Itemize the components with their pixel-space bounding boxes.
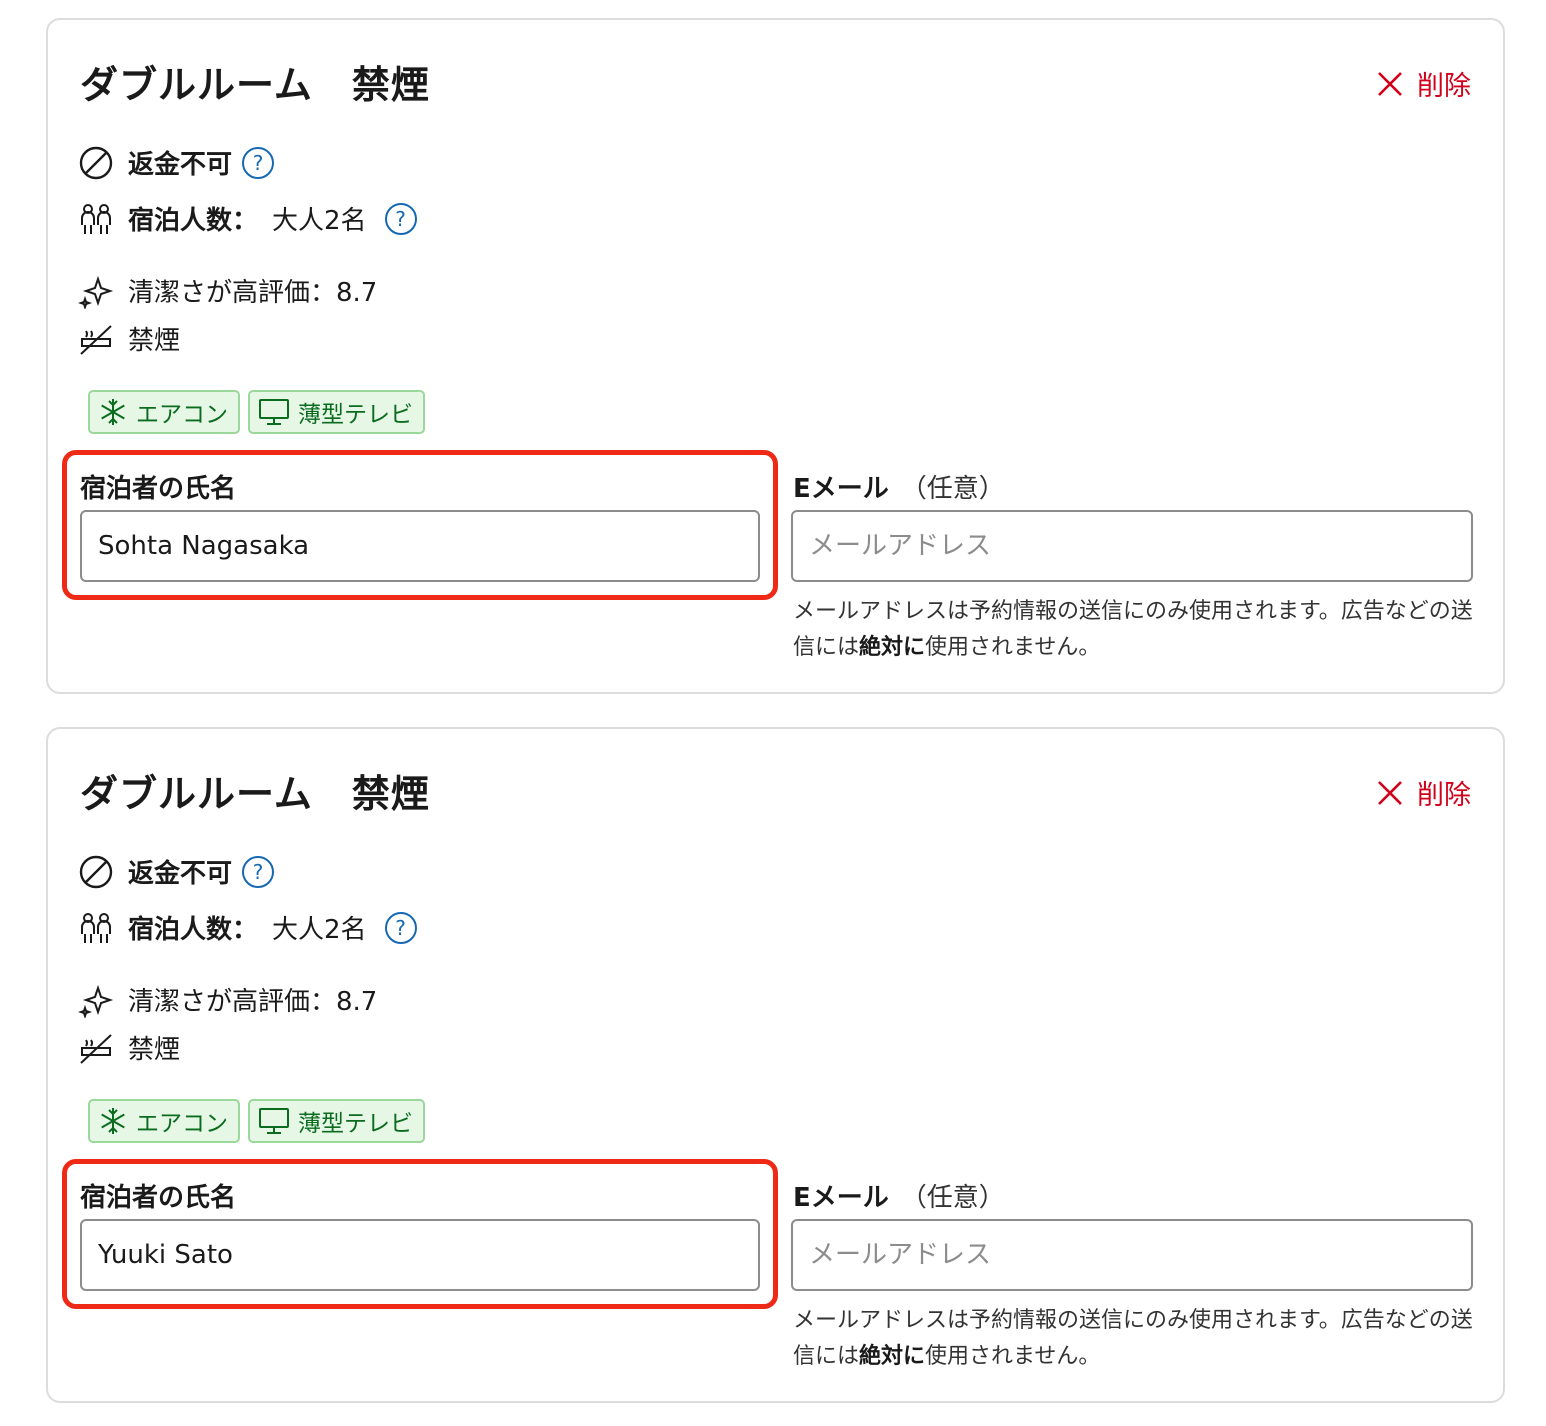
email-label: Eメール （任意）: [793, 1177, 1005, 1214]
guest-name-input[interactable]: [80, 1219, 760, 1291]
guests-value: 大人2名: [272, 206, 367, 236]
help-icon[interactable]: ?: [242, 146, 275, 179]
amenity-label: 薄型テレビ: [298, 402, 413, 428]
amenity-chip: エアコン: [88, 390, 240, 434]
email-optional-text: （任意）: [900, 1183, 1005, 1213]
no-smoking-icon: [78, 1030, 114, 1066]
help-icon[interactable]: ?: [242, 855, 275, 888]
smoking-policy: 禁煙: [78, 320, 180, 357]
snowflake-icon: [98, 1106, 128, 1136]
smoking-policy: 禁煙: [78, 1029, 180, 1066]
amenity-chip: エアコン: [88, 1099, 240, 1143]
refund-label: 返金不可: [128, 150, 233, 180]
cleanliness-text: 清潔さが高評価：8.7: [128, 987, 378, 1017]
close-icon: [1377, 780, 1403, 806]
sparkle-icon: [78, 982, 114, 1018]
sparkle-icon: [78, 273, 114, 309]
snowflake-icon: [98, 397, 128, 427]
email-label-text: Eメール: [793, 1183, 889, 1213]
refund-label: 返金不可: [128, 859, 233, 889]
delete-button[interactable]: 削除: [1377, 773, 1471, 812]
guest-name-input[interactable]: [80, 510, 760, 582]
guest-count: 宿泊人数： 大人2名 ?: [78, 909, 417, 946]
guest-name-label: 宿泊者の氏名: [80, 1183, 237, 1213]
no-smoking-icon: [78, 321, 114, 357]
cleanliness-text: 清潔さが高評価：8.7: [128, 278, 378, 308]
room-title: ダブルルーム 禁煙: [80, 63, 430, 107]
email-note: メールアドレスは予約情報の送信にのみ使用されます。広告などの送信には絶対に使用さ…: [793, 1303, 1473, 1375]
email-optional-text: （任意）: [900, 474, 1005, 504]
refund-policy: 返金不可 ?: [78, 144, 275, 181]
guest-name-label: 宿泊者の氏名: [80, 474, 237, 504]
amenity-label: 薄型テレビ: [298, 1111, 413, 1137]
cleanliness-rating: 清潔さが高評価：8.7: [78, 981, 377, 1018]
amenity-list: エアコン 薄型テレビ: [88, 1099, 425, 1143]
email-label-text: Eメール: [793, 474, 889, 504]
email-input[interactable]: [791, 510, 1473, 582]
help-icon[interactable]: ?: [384, 202, 417, 235]
amenity-chip: 薄型テレビ: [248, 1099, 425, 1143]
guests-label: 宿泊人数：: [128, 206, 259, 236]
guest-count: 宿泊人数： 大人2名 ?: [78, 200, 417, 237]
smoking-text: 禁煙: [128, 1035, 181, 1065]
help-icon[interactable]: ?: [384, 911, 417, 944]
amenity-label: エアコン: [136, 402, 228, 428]
refund-policy: 返金不可 ?: [78, 853, 275, 890]
amenity-list: エアコン 薄型テレビ: [88, 390, 425, 434]
guests-value: 大人2名: [272, 915, 367, 945]
room-card: ダブルルーム 禁煙 削除 返金不可 ? 宿泊人数： 大人2名 ? 清潔さが高評価…: [46, 727, 1505, 1403]
cleanliness-rating: 清潔さが高評価：8.7: [78, 272, 377, 309]
delete-button[interactable]: 削除: [1377, 64, 1471, 103]
smoking-text: 禁煙: [128, 326, 181, 356]
room-title: ダブルルーム 禁煙: [80, 772, 430, 816]
email-note-emphasis: 絶対に: [859, 1344, 926, 1369]
room-card: ダブルルーム 禁煙 削除 返金不可 ? 宿泊人数： 大人2名 ? 清潔さが高評価…: [46, 18, 1505, 694]
email-label: Eメール （任意）: [793, 468, 1005, 505]
no-refund-icon: [78, 854, 114, 890]
email-note-text: 使用されません。: [925, 635, 1101, 660]
tv-icon: [258, 397, 290, 427]
guests-label: 宿泊人数：: [128, 915, 259, 945]
email-input[interactable]: [791, 1219, 1473, 1291]
delete-label: 削除: [1417, 780, 1471, 811]
email-note: メールアドレスは予約情報の送信にのみ使用されます。広告などの送信には絶対に使用さ…: [793, 594, 1473, 666]
tv-icon: [258, 1106, 290, 1136]
no-refund-icon: [78, 145, 114, 181]
people-icon: [78, 201, 114, 237]
amenity-chip: 薄型テレビ: [248, 390, 425, 434]
delete-label: 削除: [1417, 71, 1471, 102]
email-note-emphasis: 絶対に: [859, 635, 926, 660]
email-note-text: 使用されません。: [925, 1344, 1101, 1369]
amenity-label: エアコン: [136, 1111, 228, 1137]
people-icon: [78, 910, 114, 946]
close-icon: [1377, 71, 1403, 97]
